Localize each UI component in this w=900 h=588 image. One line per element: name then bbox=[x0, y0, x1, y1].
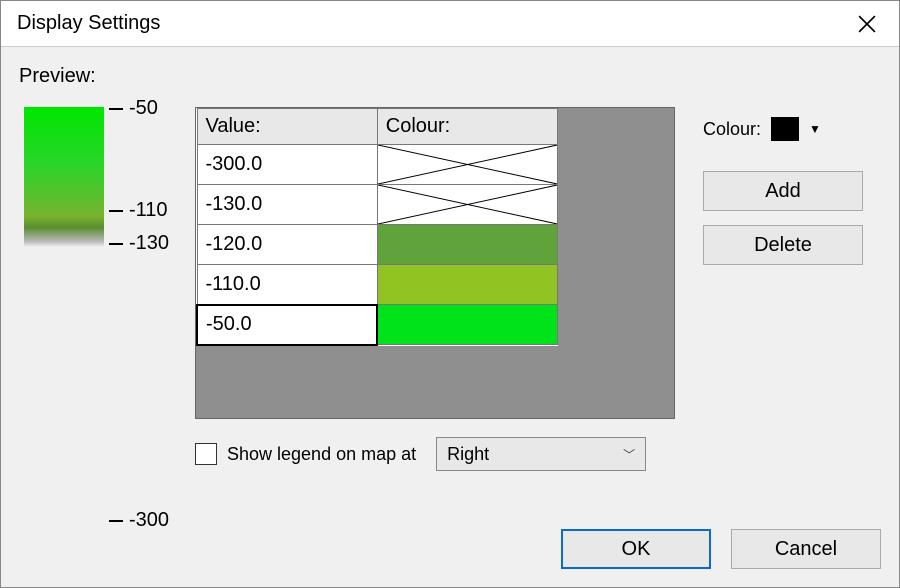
window-title: Display Settings bbox=[17, 12, 160, 35]
colour-cell[interactable] bbox=[377, 225, 557, 265]
colour-cell[interactable] bbox=[377, 145, 557, 185]
colour-picker-row: Colour: ▼ bbox=[703, 117, 883, 141]
colour-cell[interactable] bbox=[377, 265, 557, 305]
add-button-label: Add bbox=[765, 180, 801, 203]
colour-swatch bbox=[378, 305, 557, 344]
delete-button[interactable]: Delete bbox=[703, 225, 863, 265]
table-row[interactable]: -110.0 bbox=[197, 265, 558, 305]
table-row[interactable]: -130.0 bbox=[197, 185, 558, 225]
no-colour-icon bbox=[378, 185, 557, 224]
preview-tick: -50 bbox=[109, 97, 158, 120]
legend-position-selected: Right bbox=[447, 444, 489, 465]
preview-tick: -110 bbox=[109, 199, 168, 222]
no-colour-icon bbox=[378, 145, 557, 184]
colour-swatch bbox=[378, 225, 557, 264]
cancel-button-label: Cancel bbox=[775, 538, 837, 561]
tick-label: -300 bbox=[129, 509, 169, 532]
value-cell[interactable]: -130.0 bbox=[197, 185, 377, 225]
colour-table-container: Value: Colour: -300.0 -130.0 bbox=[195, 107, 675, 419]
preview-area: -50 -110 -130 -300 bbox=[19, 107, 189, 587]
footer-buttons: OK Cancel bbox=[561, 529, 881, 569]
value-cell[interactable]: -110.0 bbox=[197, 265, 377, 305]
show-legend-checkbox[interactable] bbox=[195, 443, 217, 465]
col-header-value[interactable]: Value: bbox=[197, 109, 377, 145]
titlebar: Display Settings bbox=[1, 1, 899, 47]
legend-row: Show legend on map at Right ﹀ bbox=[195, 437, 646, 471]
ok-button-label: OK bbox=[622, 538, 651, 561]
show-legend-label: Show legend on map at bbox=[227, 444, 416, 465]
colour-cell[interactable] bbox=[377, 305, 557, 345]
colour-table: Value: Colour: -300.0 -130.0 bbox=[196, 108, 558, 346]
table-row[interactable]: -50.0 bbox=[197, 305, 558, 345]
preview-gradient bbox=[24, 107, 104, 247]
preview-label: Preview: bbox=[19, 65, 881, 88]
tick-label: -110 bbox=[129, 199, 168, 222]
value-cell[interactable]: -300.0 bbox=[197, 145, 377, 185]
delete-button-label: Delete bbox=[754, 234, 812, 257]
chevron-down-icon: ﹀ bbox=[623, 446, 635, 463]
content-area: Preview: -50 -110 -130 -300 Value: Colou… bbox=[1, 47, 899, 587]
colour-cell[interactable] bbox=[377, 185, 557, 225]
preview-tick: -130 bbox=[109, 232, 169, 255]
legend-position-dropdown[interactable]: Right ﹀ bbox=[436, 437, 646, 471]
dropdown-arrow-icon[interactable]: ▼ bbox=[809, 122, 821, 136]
colour-picker-swatch[interactable] bbox=[771, 117, 799, 141]
close-button[interactable] bbox=[851, 8, 883, 40]
right-column: Colour: ▼ Add Delete bbox=[703, 117, 883, 265]
tick-label: -130 bbox=[129, 232, 169, 255]
colour-label: Colour: bbox=[703, 119, 761, 140]
display-settings-window: Display Settings Preview: -50 -110 -130 … bbox=[0, 0, 900, 588]
ok-button[interactable]: OK bbox=[561, 529, 711, 569]
colour-swatch bbox=[378, 265, 557, 304]
table-row[interactable]: -300.0 bbox=[197, 145, 558, 185]
close-icon bbox=[858, 15, 876, 33]
add-button[interactable]: Add bbox=[703, 171, 863, 211]
tick-label: -50 bbox=[129, 97, 158, 120]
preview-tick: -300 bbox=[109, 509, 169, 532]
value-cell[interactable]: -120.0 bbox=[197, 225, 377, 265]
col-header-colour[interactable]: Colour: bbox=[377, 109, 557, 145]
value-cell-editing[interactable]: -50.0 bbox=[197, 305, 377, 345]
table-row[interactable]: -120.0 bbox=[197, 225, 558, 265]
cancel-button[interactable]: Cancel bbox=[731, 529, 881, 569]
